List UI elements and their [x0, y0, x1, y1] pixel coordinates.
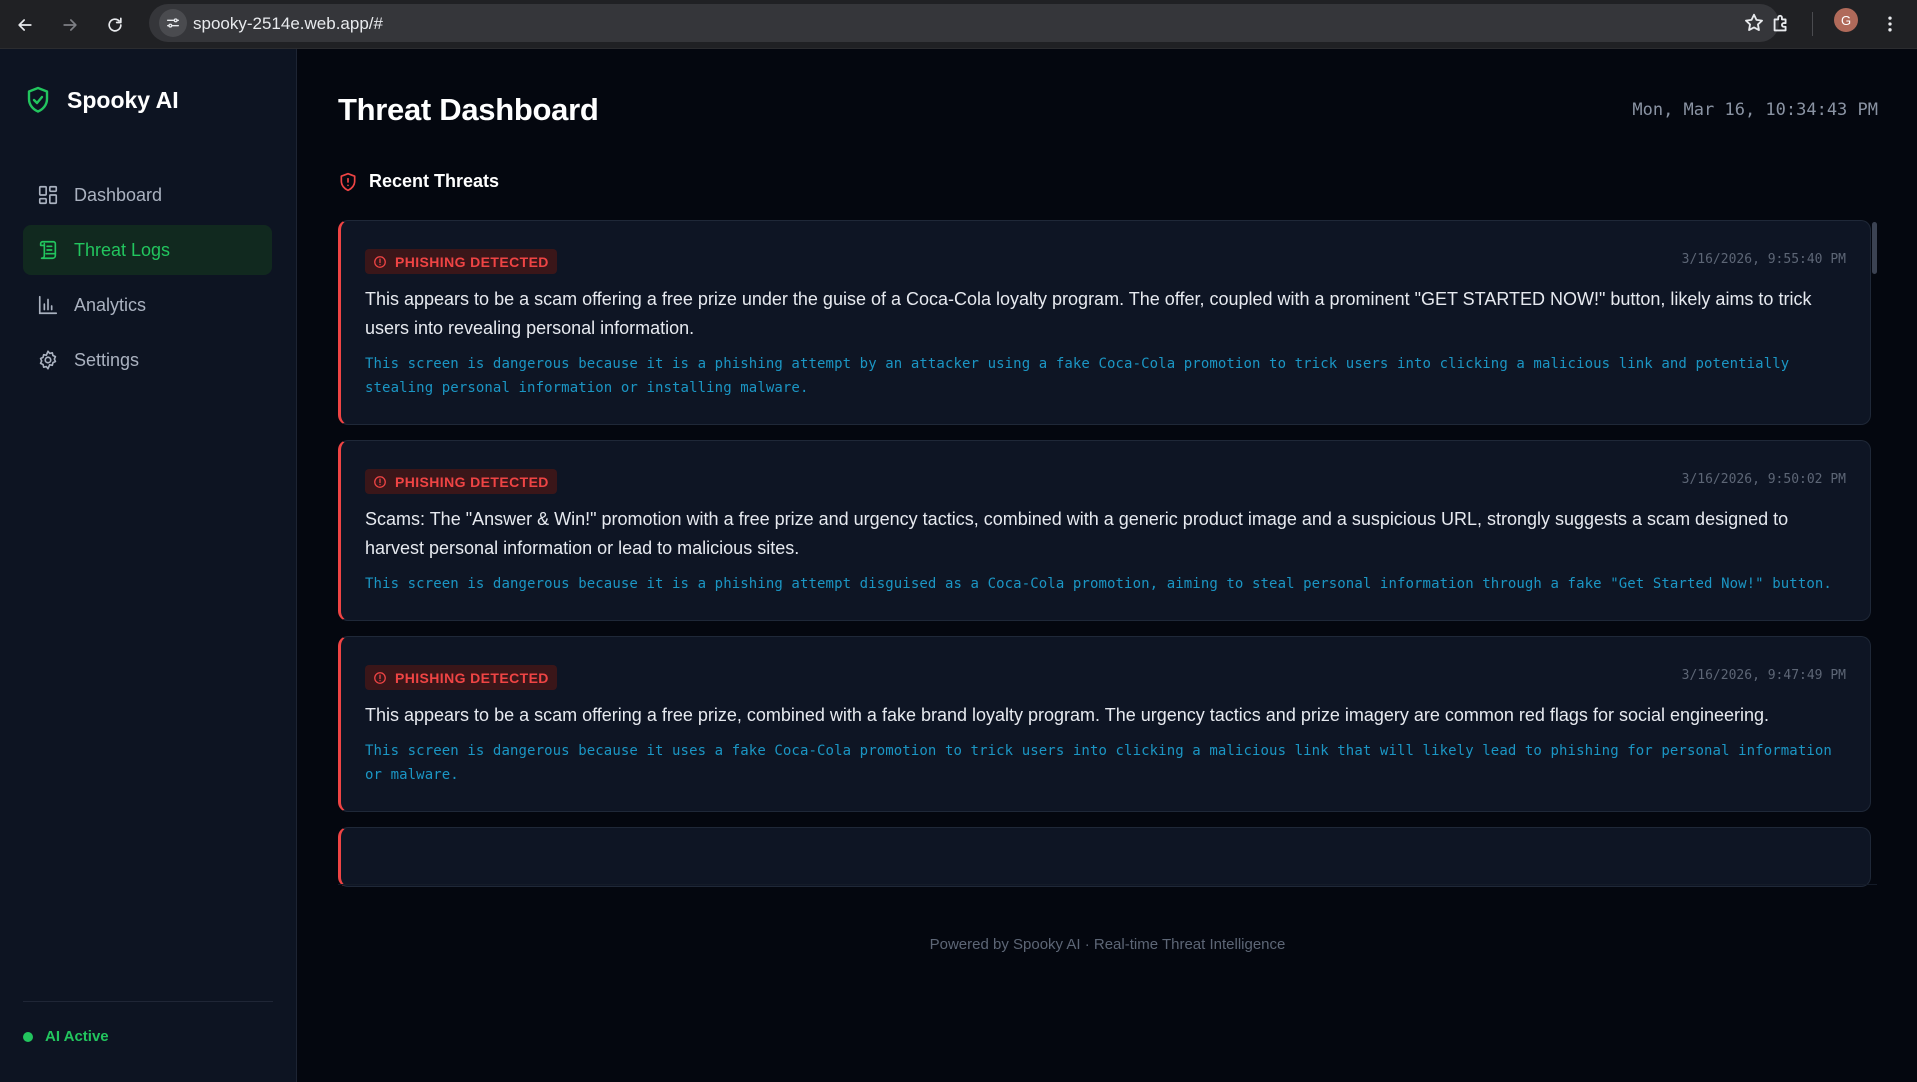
- threat-timestamp: 3/16/2026, 9:47:49 PM: [1681, 668, 1846, 683]
- browser-menu-button[interactable]: [1878, 8, 1902, 40]
- threat-list-scrollbar[interactable]: [1872, 222, 1877, 274]
- threat-summary: This appears to be a scam offering a fre…: [365, 705, 1770, 725]
- threat-list[interactable]: PHISHING DETECTED 3/16/2026, 9:55:40 PM …: [338, 220, 1874, 893]
- toolbar-divider: [1812, 12, 1813, 36]
- bar-chart-icon: [38, 295, 58, 315]
- brand-title: Spooky AI: [67, 86, 179, 113]
- shield-alert-icon: [340, 172, 356, 191]
- threat-summary: Scams: The "Answer & Win!" promotion wit…: [365, 509, 1789, 558]
- arrow-left-icon: [18, 19, 32, 31]
- threat-card[interactable]: PHISHING DETECTED 3/16/2026, 9:50:02 PM …: [338, 440, 1871, 621]
- alert-circle-icon: [374, 475, 386, 488]
- main-content: Threat Dashboard Mon, Mar 16, 10:34:43 P…: [298, 49, 1917, 1082]
- threat-timestamp: 3/16/2026, 9:50:02 PM: [1681, 472, 1846, 487]
- badge-label: PHISHING DETECTED: [395, 669, 549, 686]
- ai-status: AI Active: [23, 1028, 109, 1045]
- status-label: AI Active: [45, 1028, 109, 1045]
- threat-card[interactable]: PHISHING DETECTED 3/16/2026, 9:47:49 PM …: [338, 636, 1871, 812]
- threat-card-partial[interactable]: [338, 827, 1871, 887]
- section-title: Recent Threats: [369, 171, 500, 191]
- badge-label: PHISHING DETECTED: [395, 473, 549, 490]
- reload-icon: [108, 17, 122, 32]
- site-settings-icon[interactable]: [159, 9, 187, 37]
- alert-circle-icon: [374, 671, 386, 684]
- sidebar-item-dashboard[interactable]: Dashboard: [23, 170, 272, 220]
- sidebar-nav: Dashboard Threat Logs Analytics Settings: [23, 170, 272, 390]
- footer-divider: [338, 884, 1877, 885]
- forward-button[interactable]: [53, 8, 87, 42]
- threat-reason: This screen is dangerous because it uses…: [365, 743, 1832, 783]
- sidebar-item-settings[interactable]: Settings: [23, 335, 272, 385]
- extensions-button[interactable]: [1765, 8, 1797, 40]
- footer-text: Powered by Spooky AI · Real-time Threat …: [929, 936, 1286, 953]
- sidebar-item-analytics[interactable]: Analytics: [23, 280, 272, 330]
- arrow-right-icon: [63, 19, 77, 31]
- phishing-badge: PHISHING DETECTED: [365, 469, 557, 494]
- sidebar: Spooky AI Dashboard Threat Logs Analytic…: [0, 49, 297, 1082]
- alert-circle-icon: [374, 255, 386, 268]
- threat-reason: This screen is dangerous because it is a…: [365, 576, 1832, 592]
- back-button[interactable]: [8, 8, 42, 42]
- sidebar-item-threat-logs[interactable]: Threat Logs: [23, 225, 272, 275]
- recent-threats-header: Recent Threats: [338, 171, 499, 192]
- threat-summary: This appears to be a scam offering a fre…: [365, 289, 1812, 338]
- phishing-badge: PHISHING DETECTED: [365, 249, 557, 274]
- profile-avatar[interactable]: G: [1834, 8, 1858, 32]
- profile-initial: G: [1840, 12, 1852, 28]
- address-bar[interactable]: spooky-2514e.web.app/#: [149, 4, 1779, 42]
- sidebar-item-label: Settings: [74, 349, 140, 370]
- phishing-badge: PHISHING DETECTED: [365, 665, 557, 690]
- sidebar-item-label: Analytics: [74, 294, 147, 315]
- reload-button[interactable]: [98, 8, 132, 42]
- bookmark-star-icon[interactable]: [1743, 12, 1765, 34]
- shield-check-icon: [27, 86, 49, 113]
- url-text: spooky-2514e.web.app/#: [193, 14, 383, 33]
- dashboard-grid-icon: [38, 185, 58, 205]
- scroll-log-icon: [39, 240, 57, 260]
- gear-icon: [39, 350, 57, 370]
- status-dot-icon: [23, 1031, 33, 1042]
- threat-timestamp: 3/16/2026, 9:55:40 PM: [1681, 252, 1846, 267]
- threat-card[interactable]: PHISHING DETECTED 3/16/2026, 9:55:40 PM …: [338, 220, 1871, 425]
- page-title: Threat Dashboard: [338, 92, 599, 127]
- threat-reason: This screen is dangerous because it is a…: [365, 356, 1790, 396]
- sidebar-item-label: Dashboard: [74, 184, 163, 205]
- brand[interactable]: Spooky AI: [26, 86, 179, 114]
- browser-toolbar: spooky-2514e.web.app/# G: [0, 0, 1917, 49]
- kebab-menu-icon: [1888, 16, 1892, 32]
- badge-label: PHISHING DETECTED: [395, 253, 549, 270]
- puzzle-icon: [1773, 14, 1787, 32]
- current-datetime: Mon, Mar 16, 10:34:43 PM: [1632, 100, 1878, 120]
- sidebar-divider: [23, 1001, 273, 1002]
- sidebar-item-label: Threat Logs: [74, 239, 171, 260]
